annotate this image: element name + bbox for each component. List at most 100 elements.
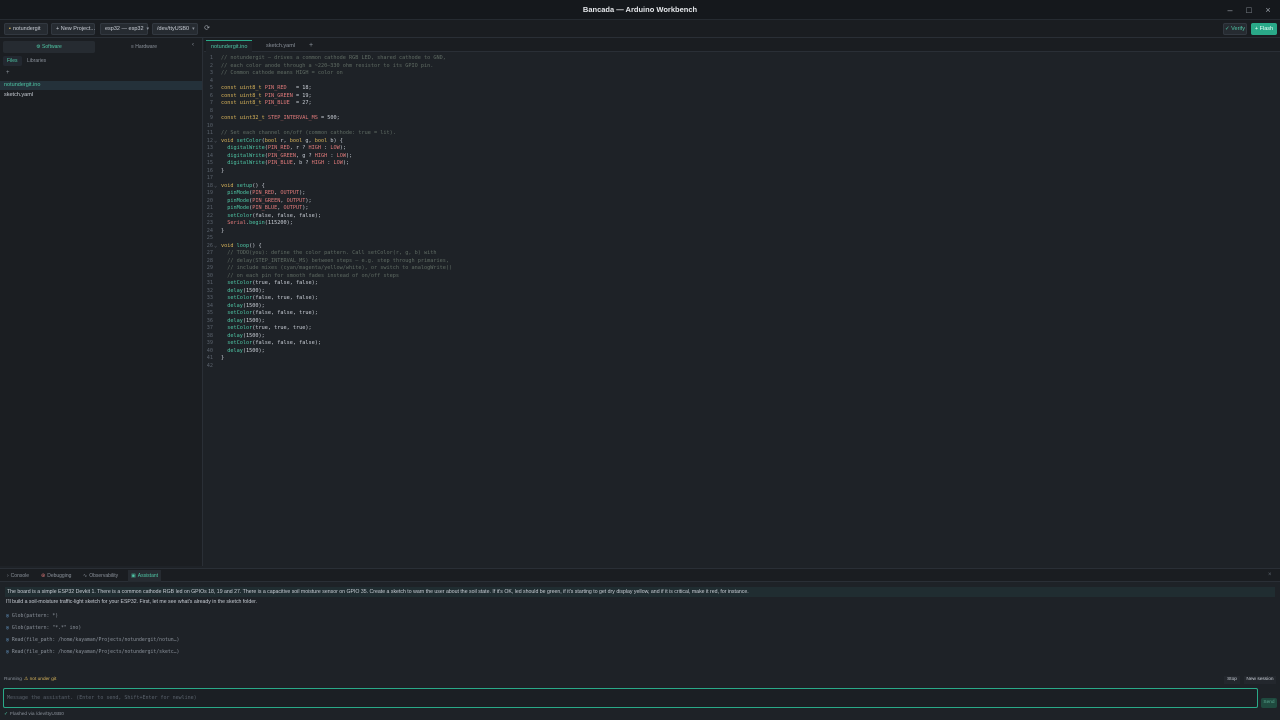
code-token: digitalWrite: [227, 145, 265, 151]
code-text: // notundergit — drives a common cathode…: [221, 55, 446, 63]
new-file-icon[interactable]: +: [6, 70, 10, 76]
editor-tab-notundergit-ino[interactable]: notundergit.ino: [206, 40, 253, 52]
code-text: }: [221, 355, 224, 363]
line-number: 18: [206, 182, 213, 189]
line-number: 35: [206, 310, 213, 316]
tool-call[interactable]: ◎ Glob(pattern: *): [6, 612, 206, 621]
file-item-notundergit-ino[interactable]: notundergit.ino: [0, 81, 202, 90]
assistant-chat: The board is a simple ESP32 Devkit 1. Th…: [0, 583, 1280, 675]
folder-icon: ▪: [9, 26, 11, 32]
code-token: // delay(STEP_INTERVAL_MS) between steps…: [227, 257, 449, 264]
new-project-button[interactable]: + New Project...: [51, 23, 95, 35]
port-select[interactable]: /dev/ttyUSB0 ▾: [152, 23, 198, 35]
bug-icon: ⊛: [41, 573, 46, 579]
code-line: 9 const uint32_t STEP_INTERVAL_MS = 500;: [204, 115, 1280, 123]
code-token: digitalWrite: [227, 160, 265, 166]
code-token: STEP_INTERVAL_MS: [267, 115, 318, 121]
code-line: 41}: [204, 355, 1280, 363]
code-text: setColor(false, false, false);: [221, 213, 321, 221]
code-token: }: [221, 355, 225, 361]
tab-assistant[interactable]: ▣ Assistant: [128, 570, 162, 582]
board-select[interactable]: esp32 — esp32 ▾: [100, 23, 149, 35]
stop-button[interactable]: Stop: [1224, 676, 1240, 684]
close-panel-icon[interactable]: ×: [1268, 572, 1276, 580]
code-token: PIN_RED: [264, 85, 287, 91]
code-text: // Common cathode means HIGH = color on: [221, 70, 343, 78]
code-text: setColor(false, false, true);: [221, 310, 318, 318]
code-line: 15 digitalWrite(PIN_BLUE, b ? HIGH : LOW…: [204, 160, 1280, 168]
code-token: (false, true, false);: [252, 295, 318, 301]
tab-libraries[interactable]: Libraries: [23, 56, 50, 66]
code-line: 42: [204, 363, 1280, 371]
message-input[interactable]: [7, 691, 1247, 705]
line-number: 33: [206, 295, 213, 301]
code-token: (1500);: [242, 287, 265, 294]
line-number: 19: [206, 190, 213, 196]
collapse-sidebar-icon[interactable]: ‹: [192, 42, 200, 52]
code-token: );: [299, 190, 306, 196]
minimize-icon[interactable]: –: [1224, 4, 1236, 16]
tab-console[interactable]: › Console: [4, 570, 32, 582]
file-item-sketch-yaml[interactable]: sketch.yaml: [0, 91, 202, 100]
line-number: 2: [209, 62, 213, 69]
port-value: /dev/ttyUSB0: [157, 26, 190, 32]
code-text: }: [221, 168, 224, 176]
code-text: digitalWrite(PIN_BLUE, b ? HIGH : LOW);: [221, 160, 349, 168]
code-text: delay(1500);: [221, 303, 265, 311]
tab-hardware[interactable]: ≡ Hardware: [98, 41, 190, 53]
tool-call[interactable]: ◎ Read(file_path: /home/kayaman/Projects/…: [6, 636, 206, 645]
project-button[interactable]: ▪ notundergit: [4, 23, 48, 35]
code-token: HIGH: [311, 160, 325, 166]
panel-tab-bar: › Console ⊛ Debugging ∿ Observability ▣ Assi…: [0, 568, 1280, 582]
line-number: 17: [206, 175, 213, 181]
chat-icon: ▣: [131, 573, 136, 579]
code-token: b) {: [327, 137, 343, 144]
code-line: 2 // each color anode through a ~220–330 …: [204, 63, 1280, 71]
code-line: 1 // notundergit — drives a common cathod…: [204, 55, 1280, 63]
refresh-icon[interactable]: ⟳: [202, 23, 212, 35]
code-text: // include mixes (cyan/magenta/yellow/wh…: [221, 265, 452, 273]
line-number: 32: [206, 287, 213, 294]
new-session-button[interactable]: New session: [1244, 676, 1276, 684]
code-line: 17: [204, 175, 1280, 183]
code-token: Serial: [227, 220, 246, 226]
tool-call[interactable]: ◎ Read(file_path: /home/kayaman/Projects/…: [6, 648, 206, 657]
tab-debugging[interactable]: ⊛ Debugging: [38, 570, 74, 582]
code-token: () {: [249, 242, 262, 249]
fold-chevron-icon[interactable]: ⌄: [214, 243, 217, 251]
code-text: const uint8_t PIN_GREEN = 19;: [221, 93, 312, 101]
code-line: 23 Serial.begin(115200);: [204, 220, 1280, 228]
verify-button[interactable]: ✓ Verify: [1223, 23, 1247, 35]
tool-call[interactable]: ◎ Glob(pattern: "*.*" ino): [6, 624, 206, 633]
line-number: 3: [209, 70, 213, 76]
code-token: PIN_BLUE: [252, 205, 278, 211]
fold-chevron-icon[interactable]: ⌄: [214, 183, 217, 191]
code-token: (false, false, false);: [252, 340, 321, 346]
sidebar: ⚙ Software ≡ Hardware ‹ Files Libraries …: [0, 38, 203, 566]
code-token: delay: [227, 347, 243, 354]
tab-software[interactable]: ⚙ Software: [3, 41, 95, 53]
code-token: pinMode: [227, 205, 250, 211]
tab-files[interactable]: Files: [3, 56, 22, 66]
maximize-icon[interactable]: □: [1243, 4, 1255, 16]
code-token: uint32_t: [239, 115, 265, 121]
editor-tab-sketch-yaml[interactable]: sketch.yaml: [261, 40, 300, 52]
code-line: 12 ⌄ void setColor(bool r, bool g, bool b)…: [204, 138, 1280, 146]
toolbar: ▪ notundergit + New Project... esp32 — es…: [0, 20, 1280, 38]
send-button[interactable]: Send: [1261, 698, 1277, 708]
line-number: 30: [206, 272, 213, 279]
add-tab-icon[interactable]: +: [304, 40, 318, 52]
flash-button[interactable]: + Flash: [1251, 23, 1277, 35]
code-line: 3 // Common cathode means HIGH = color on: [204, 70, 1280, 78]
code-token: // Common cathode means HIGH = color on: [221, 70, 343, 76]
code-line: 16}: [204, 168, 1280, 176]
code-token: delay: [227, 287, 243, 294]
code-line: 18 ⌄ void setup() {: [204, 183, 1280, 191]
code-token: uint8_t: [239, 85, 262, 91]
close-icon[interactable]: ×: [1262, 4, 1274, 16]
fold-chevron-icon[interactable]: ⌄: [214, 138, 217, 146]
code-token: = 19;: [292, 92, 312, 99]
code-token: OUTPUT: [286, 197, 306, 204]
code-editor[interactable]: 1 // notundergit — drives a common cathod…: [204, 55, 1280, 566]
tab-observability[interactable]: ∿ Observability: [80, 570, 121, 582]
